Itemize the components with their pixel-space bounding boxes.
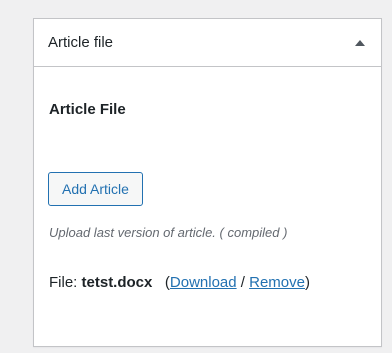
close-paren: ) (304, 274, 310, 291)
file-name: tetst.docx (81, 274, 153, 291)
triangle-up-icon[interactable] (352, 35, 368, 51)
remove-link[interactable]: Remove (249, 274, 305, 291)
section-title: Article File (49, 101, 126, 118)
download-link[interactable]: Download (170, 274, 237, 291)
metabox-header[interactable]: Article file (34, 19, 381, 67)
file-prefix: File: (49, 274, 78, 291)
metabox-title: Article file (48, 34, 114, 51)
article-file-metabox: Article file Article File Add Article Up… (33, 18, 382, 347)
upload-help-text: Upload last version of article. ( compil… (49, 225, 288, 240)
link-separator: / (240, 274, 245, 291)
add-article-button[interactable]: Add Article (48, 172, 143, 206)
file-info: File: tetst.docx (Download / Remove) (49, 274, 310, 291)
